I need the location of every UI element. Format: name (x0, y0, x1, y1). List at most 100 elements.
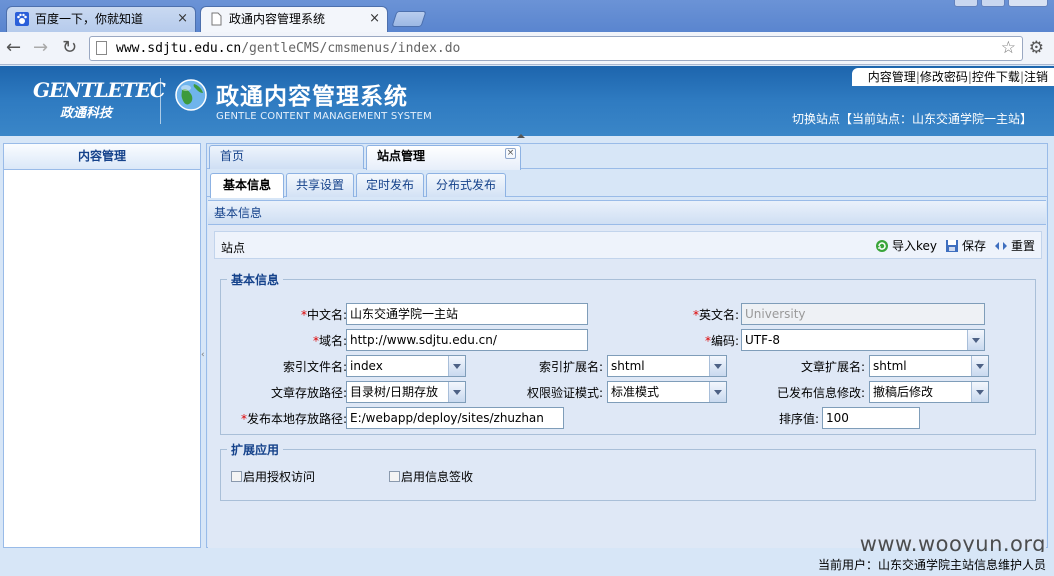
subtab-basic-info[interactable]: 基本信息 (210, 173, 284, 198)
close-tab-icon[interactable]: × (505, 148, 516, 159)
logo-divider (160, 78, 161, 124)
browser-tab-strip: 百度一下，你就知道 × 政通内容管理系统 × (0, 0, 1054, 32)
status-footer: 当前用户：山东交通学院主站信息维护人员 (0, 552, 1054, 576)
index-file-select[interactable]: index (346, 355, 466, 377)
link-download-control[interactable]: 控件下载 (972, 70, 1020, 84)
collapse-header-icon[interactable] (517, 134, 525, 138)
system-title: 政通内容管理系统 (216, 84, 408, 110)
reload-icon[interactable]: ↻ (62, 38, 77, 58)
sub-tabs: 基本信息 共享设置 定时发布 分布式发布 (207, 173, 1047, 198)
cn-name-input[interactable]: 山东交通学院一主站 (346, 303, 588, 325)
index-ext-label: 索引扩展名: (538, 360, 603, 374)
tab-label: 站点管理 (377, 149, 426, 163)
link-change-password[interactable]: 修改密码 (920, 70, 968, 84)
fieldset-legend: 基本信息 (231, 273, 280, 287)
chevron-down-icon (709, 356, 726, 376)
checkbox-box[interactable] (231, 471, 242, 482)
auth-mode-select[interactable]: 标准模式 (607, 381, 727, 403)
sort-input[interactable]: 100 (822, 407, 920, 429)
forward-arrow-icon[interactable]: → (33, 38, 48, 58)
refresh-green-icon (875, 239, 888, 252)
import-key-button[interactable]: 导入key (875, 237, 937, 254)
subtab-distributed-publish[interactable]: 分布式发布 (426, 173, 506, 197)
article-ext-select[interactable]: shtml (869, 355, 989, 377)
current-user-text: 当前用户：山东交通学院主站信息维护人员 (817, 558, 1046, 572)
site-switch-link[interactable]: 切换站点【当前站点：山东交通学院一主站】 (792, 110, 1032, 127)
en-name-label: *英文名: (692, 308, 739, 322)
store-path-select[interactable]: 目录树/日期存放 (346, 381, 466, 403)
main-area: 首页 站点管理 × 基本信息 共享设置 定时发布 分布式发布 基本信息 站点 导… (206, 143, 1048, 548)
domain-input[interactable]: http://www.sdjtu.edu.cn/ (346, 329, 588, 351)
minimize-button[interactable] (954, 0, 978, 7)
chevron-down-icon (971, 382, 988, 402)
publish-path-label: *发布本地存放路径: (240, 412, 347, 426)
close-tab-icon[interactable]: × (369, 7, 380, 31)
window-controls (951, 0, 1048, 7)
reset-arrows-icon (994, 241, 1007, 250)
form-toolbar: 站点 导入key 保存 重置 (214, 231, 1042, 259)
chevron-down-icon (967, 330, 984, 350)
subtab-scheduled-publish[interactable]: 定时发布 (356, 173, 424, 197)
globe-icon (175, 79, 207, 111)
page-icon (211, 12, 222, 26)
app-header: GENTLETEC 政通科技 政通内容管理系统 GENTLE CONTENT M… (0, 66, 1054, 136)
sort-label: 排序值: (778, 412, 819, 426)
encoding-select[interactable]: UTF-8 (741, 329, 985, 351)
link-logout[interactable]: 注销 (1024, 70, 1048, 84)
form-toolbar-label: 站点 (221, 241, 246, 255)
left-panel-title: 内容管理 (4, 144, 200, 170)
maximize-button[interactable] (981, 0, 1005, 7)
browser-tab-baidu[interactable]: 百度一下，你就知道 × (6, 6, 196, 32)
browser-tab-cms[interactable]: 政通内容管理系统 × (200, 6, 388, 32)
published-edit-select[interactable]: 撤稿后修改 (869, 381, 989, 403)
chevron-down-icon (709, 382, 726, 402)
enable-sign-receipt-checkbox[interactable]: 启用信息签收 (389, 468, 473, 485)
article-ext-label: 文章扩展名: (800, 360, 865, 374)
browser-tab-title: 百度一下，你就知道 (35, 12, 144, 26)
fieldset-legend: 扩展应用 (231, 443, 280, 457)
splitter-handle-icon[interactable]: ‹ (201, 350, 205, 360)
browser-tab-title: 政通内容管理系统 (229, 12, 326, 26)
bookmark-star-icon[interactable]: ☆ (1001, 38, 1016, 58)
chevron-down-icon (448, 382, 465, 402)
link-content-management[interactable]: 内容管理 (868, 70, 916, 84)
published-edit-label: 已发布信息修改: (776, 386, 865, 400)
index-ext-select[interactable]: shtml (607, 355, 727, 377)
save-disk-icon (945, 239, 958, 252)
close-tab-icon[interactable]: × (177, 7, 188, 31)
address-bar[interactable]: www.sdjtu.edu.cn/gentleCMS/cmsmenus/inde… (89, 36, 1023, 61)
left-panel: 内容管理 (3, 143, 201, 548)
reset-button[interactable]: 重置 (994, 237, 1035, 254)
encoding-label: *编码: (704, 334, 739, 348)
company-logo: GENTLETEC (33, 78, 166, 102)
cn-name-label: *中文名: (300, 308, 347, 322)
basic-info-panel: 基本信息 站点 导入key 保存 重置 基本信息 *中文名: 山东交通学院一主站… (208, 200, 1046, 548)
index-file-label: 索引文件名: (282, 360, 347, 374)
en-name-input[interactable]: University (741, 303, 985, 325)
url-text: www.sdjtu.edu.cn/gentleCMS/cmsmenus/inde… (116, 41, 461, 56)
checkbox-box[interactable] (389, 471, 400, 482)
new-tab-button[interactable] (391, 11, 427, 27)
back-arrow-icon[interactable]: ← (6, 38, 21, 58)
chevron-down-icon (448, 356, 465, 376)
system-subtitle: GENTLE CONTENT MANAGEMENT SYSTEM (216, 111, 432, 122)
auth-mode-label: 权限验证模式: (526, 386, 603, 400)
close-window-button[interactable] (1008, 0, 1048, 7)
subtab-share-settings[interactable]: 共享设置 (286, 173, 354, 197)
save-button[interactable]: 保存 (945, 237, 986, 254)
panel-title: 基本信息 (208, 201, 1046, 225)
publish-path-input[interactable]: E:/webapp/deploy/sites/zhuzhan (346, 407, 564, 429)
tab-site-management[interactable]: 站点管理 × (366, 145, 521, 170)
tab-home[interactable]: 首页 (209, 145, 364, 169)
domain-label: *域名: (312, 334, 347, 348)
enable-auth-access-checkbox[interactable]: 启用授权访问 (231, 468, 315, 485)
browser-toolbar: ← → ↻ www.sdjtu.edu.cn/gentleCMS/cmsmenu… (0, 32, 1054, 65)
page-icon (96, 41, 107, 55)
wrench-menu-icon[interactable]: ⚙ (1029, 38, 1044, 58)
baidu-paw-icon (15, 12, 29, 26)
basic-info-fieldset: 基本信息 *中文名: 山东交通学院一主站 *英文名: University *域… (220, 271, 1036, 435)
company-logo-cn: 政通科技 (60, 106, 113, 121)
top-links: 内容管理|修改密码|控件下载|注销 (851, 68, 1054, 86)
extension-fieldset: 扩展应用 启用授权访问 启用信息签收 (220, 441, 1036, 501)
main-tabs: 首页 站点管理 × (207, 144, 1047, 170)
